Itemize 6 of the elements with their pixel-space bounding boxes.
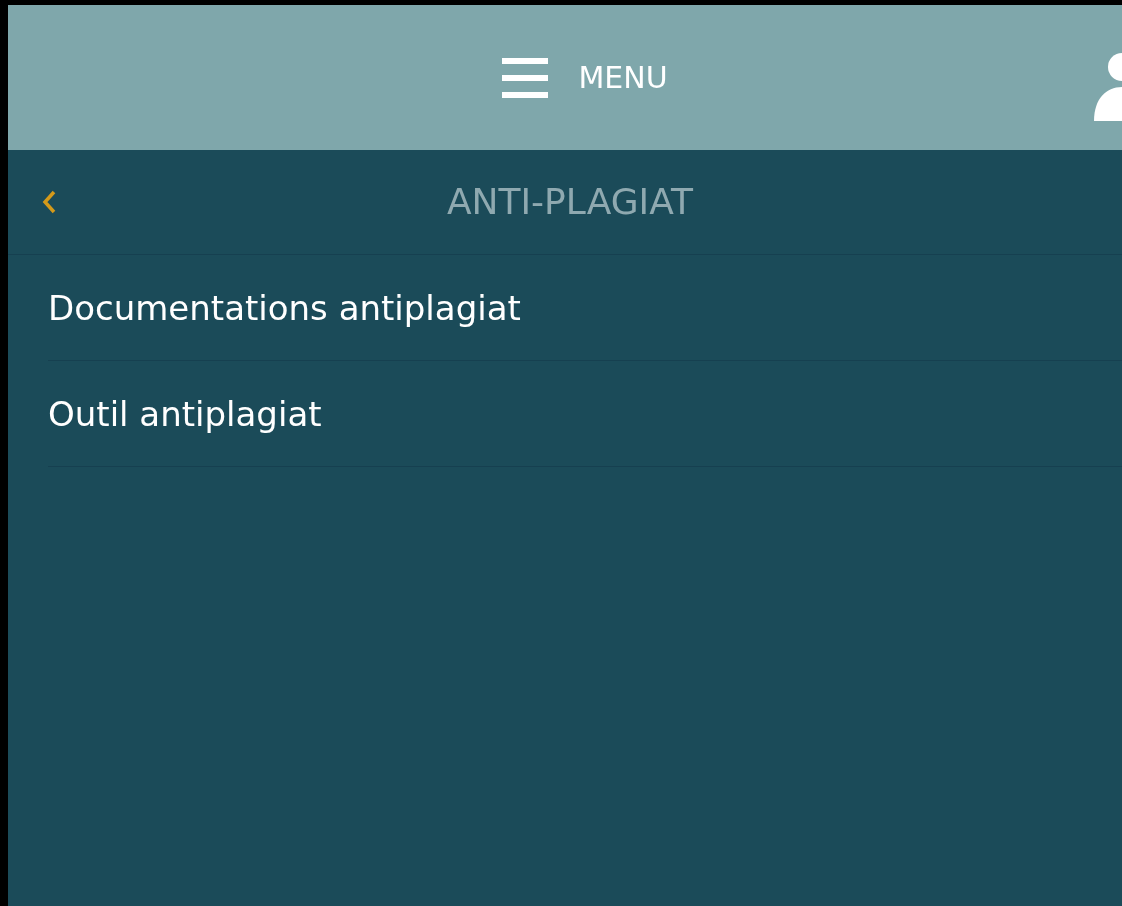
- user-icon[interactable]: [1092, 53, 1122, 121]
- panel-title: ANTI-PLAGIAT: [446, 180, 694, 224]
- menu-item[interactable]: Documentations antiplagiat: [48, 255, 1122, 361]
- menu-item[interactable]: Outil antiplagiat: [48, 361, 1122, 467]
- menu-icon: [502, 57, 549, 98]
- chevron-left-icon: [42, 190, 56, 214]
